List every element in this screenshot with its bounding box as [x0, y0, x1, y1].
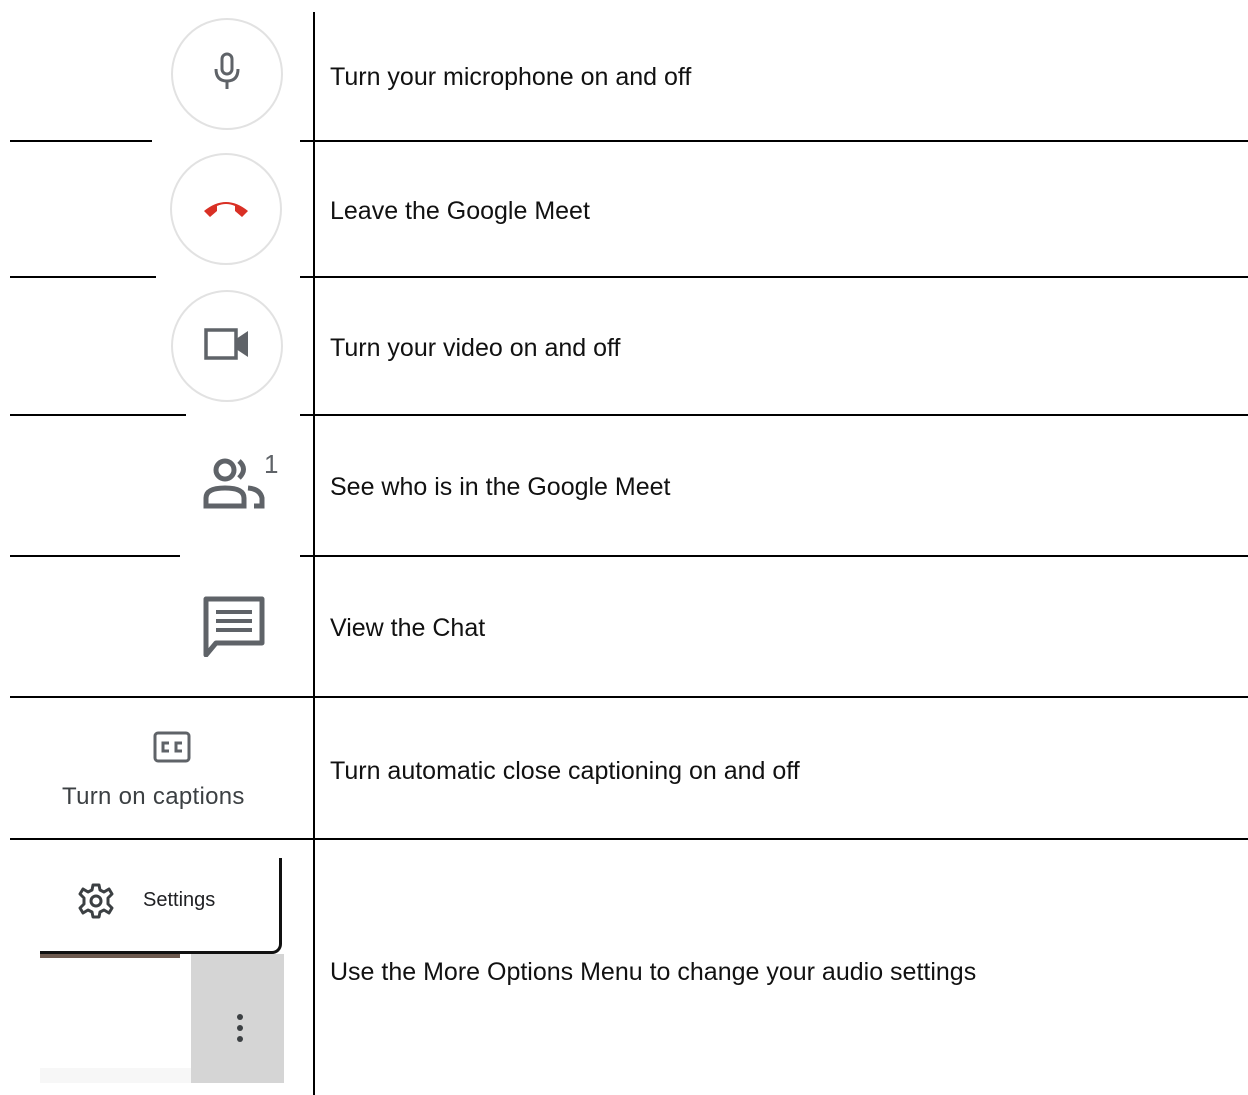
table-column-divider — [313, 12, 315, 1095]
settings-menu-item-label[interactable]: Settings — [143, 889, 215, 912]
row-divider-4-right — [300, 555, 1248, 557]
participants-button[interactable]: 1 — [200, 449, 284, 513]
microphone-button[interactable] — [171, 18, 283, 130]
chat-icon — [202, 595, 266, 662]
captions-description: Turn automatic close captioning on and o… — [330, 757, 800, 785]
phone-hangup-icon — [201, 195, 251, 224]
participant-count-badge: 1 — [264, 449, 279, 479]
mic-description: Turn your microphone on and off — [330, 63, 692, 91]
video-description: Turn your video on and off — [330, 334, 621, 362]
chat-button[interactable] — [202, 595, 266, 662]
row-divider-2-right — [300, 276, 1248, 278]
captions-button-label[interactable]: Turn on captions — [62, 783, 245, 811]
captions-button[interactable] — [153, 731, 191, 768]
more-options-description: Use the More Options Menu to change your… — [330, 958, 977, 986]
row-divider-5-right — [55, 696, 1248, 698]
gear-icon — [78, 883, 114, 924]
chat-description: View the Chat — [330, 614, 486, 642]
row-divider-1-right — [300, 140, 1248, 142]
leave-call-button[interactable] — [170, 153, 282, 265]
row-divider-6 — [10, 838, 1248, 840]
row-divider-1-left — [10, 140, 152, 142]
row-divider-3-right — [300, 414, 1248, 416]
row-divider-4-left — [10, 555, 180, 557]
more-vert-icon — [235, 1012, 245, 1049]
settings-menu-item[interactable] — [78, 883, 114, 924]
videocam-icon — [204, 327, 250, 365]
mic-icon — [212, 52, 242, 97]
row-divider-5-left — [10, 696, 55, 698]
leave-description: Leave the Google Meet — [330, 197, 590, 225]
row-divider-2-left — [10, 276, 156, 278]
background-strip — [40, 954, 180, 958]
toolbar-base — [40, 1068, 191, 1083]
participants-description: See who is in the Google Meet — [330, 473, 671, 501]
row-divider-3-left — [10, 414, 186, 416]
camera-button[interactable] — [171, 290, 283, 402]
more-options-button[interactable] — [226, 1010, 254, 1050]
closed-caption-icon — [153, 731, 191, 768]
